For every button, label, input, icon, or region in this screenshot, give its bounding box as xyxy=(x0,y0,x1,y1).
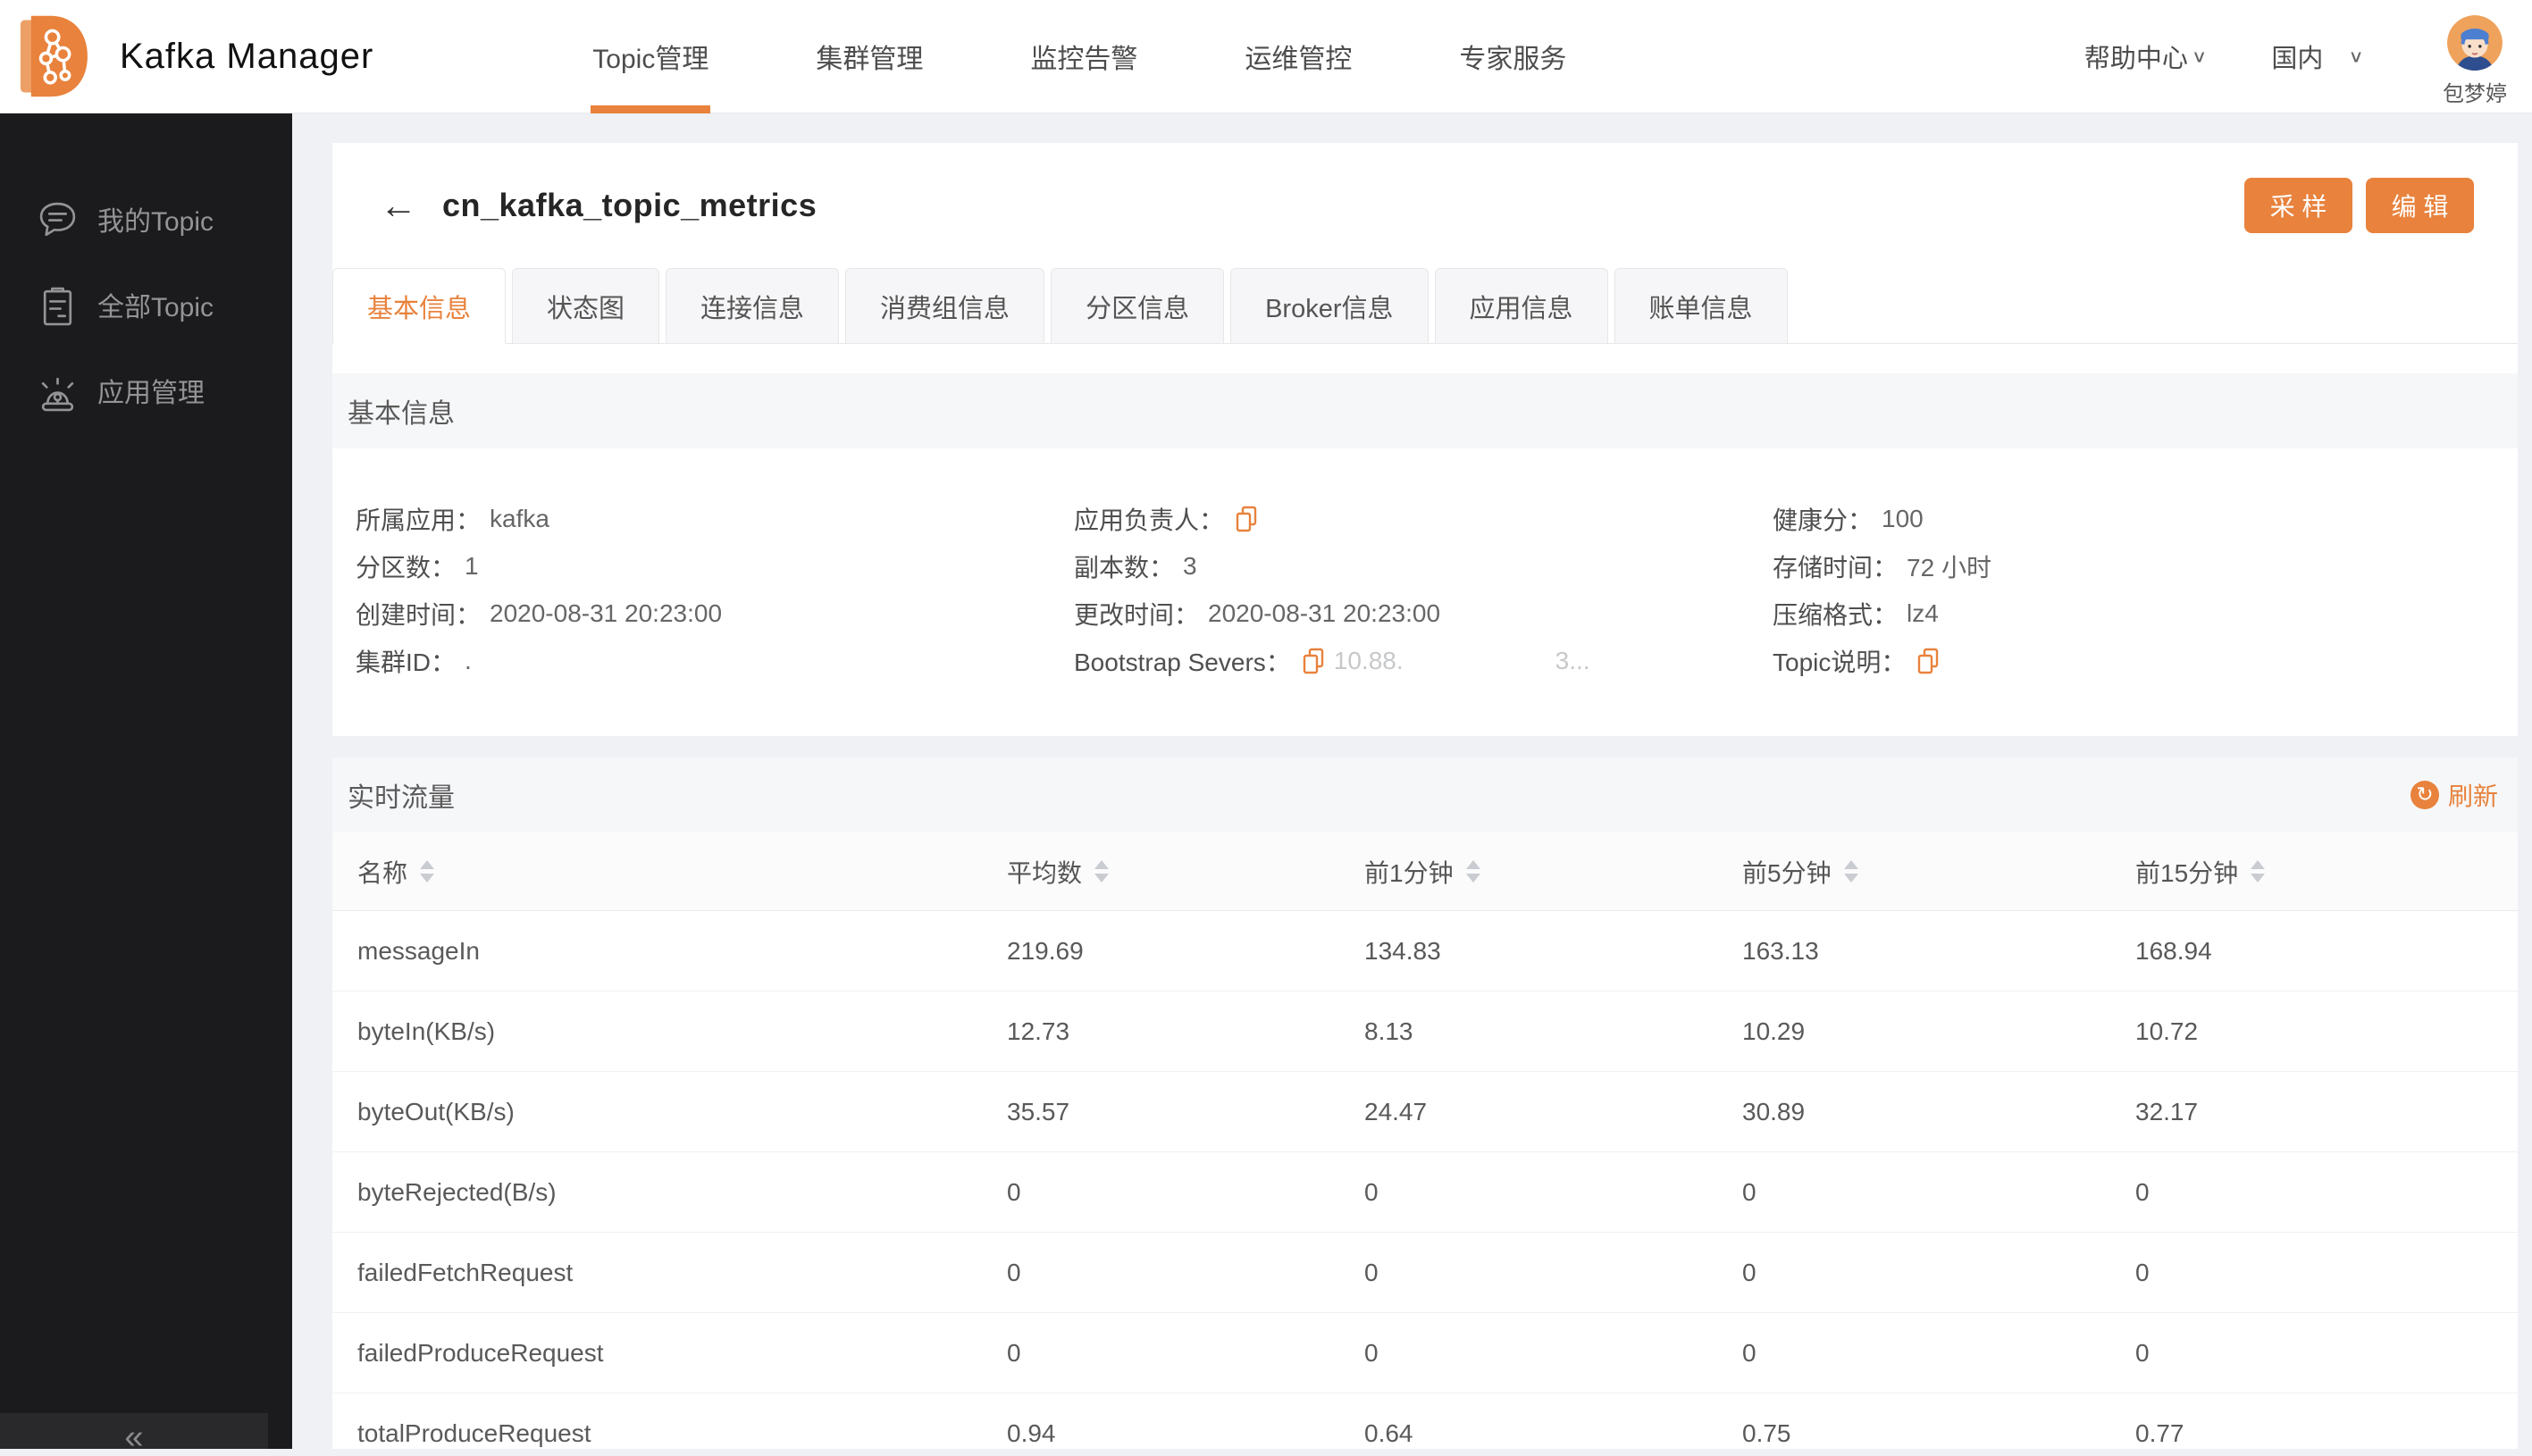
field-app-owner: 应用负责人： xyxy=(1074,501,1773,537)
edit-button[interactable]: 编 辑 xyxy=(2366,178,2474,233)
column-header-name[interactable]: 名称 xyxy=(357,854,1007,890)
chevron-down-icon: ∨ xyxy=(2192,46,2208,66)
brand: Kafka Manager xyxy=(18,12,373,101)
table-header: 名称 平均数 前1分钟 前5分钟 前15分钟 xyxy=(332,833,2518,911)
field-health-score: 健康分： 100 xyxy=(1773,501,2518,537)
clipboard-icon xyxy=(38,285,78,325)
copy-icon[interactable] xyxy=(1302,648,1325,674)
nav-topic-management[interactable]: Topic管理 xyxy=(539,0,762,113)
table-row: byteIn(KB/s) 12.73 8.13 10.29 10.72 xyxy=(332,992,2518,1072)
nav-expert-services[interactable]: 专家服务 xyxy=(1405,0,1620,113)
table-row: byteOut(KB/s) 35.57 24.47 30.89 32.17 xyxy=(332,1072,2518,1152)
alarm-siren-icon xyxy=(38,371,78,411)
sort-icon xyxy=(1466,860,1480,883)
top-nav: Topic管理 集群管理 监控告警 运维管控 专家服务 xyxy=(539,0,1620,113)
tab-status-chart[interactable]: 状态图 xyxy=(512,268,659,343)
copy-icon[interactable] xyxy=(1916,648,1940,674)
sort-icon xyxy=(1844,860,1858,883)
column-header-average[interactable]: 平均数 xyxy=(1007,854,1364,890)
page-title: cn_kafka_topic_metrics xyxy=(442,187,817,224)
copy-icon[interactable] xyxy=(1235,506,1258,532)
navbar-right: 帮助中心 ∨ 国内 ∨ xyxy=(2084,6,2507,107)
traffic-section-header: 实时流量 ↻ 刷新 xyxy=(332,757,2518,833)
app-title: Kafka Manager xyxy=(120,37,373,77)
field-cluster-id: 集群ID： . xyxy=(356,643,1074,679)
refresh-button[interactable]: ↻ 刷新 xyxy=(2410,777,2498,813)
field-compression-format: 压缩格式： lz4 xyxy=(1773,596,2518,632)
tab-basic-info[interactable]: 基本信息 xyxy=(332,268,506,344)
column-header-last-1min[interactable]: 前1分钟 xyxy=(1364,854,1742,890)
tab-broker-info[interactable]: Broker信息 xyxy=(1230,268,1428,343)
chevron-down-icon: ∨ xyxy=(2348,46,2364,66)
main-content: ← cn_kafka_topic_metrics 采 样 编 辑 基本信息 状态… xyxy=(292,113,2532,1449)
tab-connection-info[interactable]: 连接信息 xyxy=(666,268,839,343)
refresh-icon: ↻ xyxy=(2410,781,2439,809)
tab-partition-info[interactable]: 分区信息 xyxy=(1051,268,1224,343)
table-row: messageIn 219.69 134.83 163.13 168.94 xyxy=(332,911,2518,992)
basic-info-section-header: 基本信息 xyxy=(332,373,2518,448)
top-navbar: Kafka Manager Topic管理 集群管理 监控告警 运维管控 专家服… xyxy=(0,0,2532,113)
nav-ops-control[interactable]: 运维管控 xyxy=(1191,0,1405,113)
sort-icon xyxy=(1094,860,1109,883)
field-retention-time: 存储时间： 72 小时 xyxy=(1773,548,2518,584)
sidebar-item-my-topic[interactable]: 我的Topic xyxy=(0,176,292,262)
tab-billing-info[interactable]: 账单信息 xyxy=(1614,268,1788,343)
field-partition-count: 分区数： 1 xyxy=(356,548,1074,584)
username: 包梦婷 xyxy=(2443,76,2507,107)
avatar xyxy=(2447,15,2503,71)
detail-tabs: 基本信息 状态图 连接信息 消费组信息 分区信息 Broker信息 应用信息 账… xyxy=(332,268,2518,344)
field-bootstrap-servers: Bootstrap Severs： 10.88. 3... xyxy=(1074,643,1773,679)
sample-button[interactable]: 采 样 xyxy=(2244,178,2352,233)
sidebar-collapse-button[interactable]: « xyxy=(0,1413,268,1449)
chat-bubble-icon xyxy=(38,199,78,239)
field-update-time: 更改时间： 2020-08-31 20:23:00 xyxy=(1074,596,1773,632)
region-menu[interactable]: 国内 ∨ xyxy=(2271,38,2364,75)
field-owner-app: 所属应用： kafka xyxy=(356,501,1074,537)
field-replica-count: 副本数： 3 xyxy=(1074,548,1773,584)
sidebar-item-all-topic[interactable]: 全部Topic xyxy=(0,262,292,347)
sort-icon xyxy=(420,860,434,883)
help-center-menu[interactable]: 帮助中心 ∨ xyxy=(2084,38,2208,75)
back-button[interactable]: ← xyxy=(380,187,417,224)
field-topic-description: Topic说明： xyxy=(1773,643,2518,679)
user-profile[interactable]: 包梦婷 xyxy=(2443,15,2507,107)
tab-consumer-group-info[interactable]: 消费组信息 xyxy=(845,268,1044,343)
basic-info-fields: 所属应用： kafka 应用负责人： 健康分： 100 分区数： xyxy=(332,448,2518,736)
table-row: totalProduceRequest 0.94 0.64 0.75 0.77 xyxy=(332,1393,2518,1449)
sidebar: 我的Topic 全部Topic 应用管理 xyxy=(0,113,292,1449)
tab-app-info[interactable]: 应用信息 xyxy=(1435,268,1608,343)
sort-icon xyxy=(2251,860,2265,883)
title-row: ← cn_kafka_topic_metrics 采 样 编 辑 xyxy=(332,143,2518,268)
sidebar-item-app-management[interactable]: 应用管理 xyxy=(0,347,292,433)
nav-monitoring-alerts[interactable]: 监控告警 xyxy=(977,0,1191,113)
nav-cluster-management[interactable]: 集群管理 xyxy=(762,0,977,113)
table-row: failedProduceRequest 0 0 0 0 xyxy=(332,1313,2518,1393)
table-row: byteRejected(B/s) 0 0 0 0 xyxy=(332,1152,2518,1233)
collapse-icon: « xyxy=(124,1428,143,1446)
field-create-time: 创建时间： 2020-08-31 20:23:00 xyxy=(356,596,1074,632)
title-actions: 采 样 编 辑 xyxy=(2244,178,2474,233)
column-header-last-5min[interactable]: 前5分钟 xyxy=(1742,854,2135,890)
topic-detail-card: ← cn_kafka_topic_metrics 采 样 编 辑 基本信息 状态… xyxy=(332,143,2518,736)
kafka-manager-logo-icon xyxy=(18,12,91,101)
table-row: failedFetchRequest 0 0 0 0 xyxy=(332,1233,2518,1313)
realtime-traffic-card: 实时流量 ↻ 刷新 名称 平均数 前1分钟 xyxy=(332,757,2518,1449)
column-header-last-15min[interactable]: 前15分钟 xyxy=(2135,854,2518,890)
